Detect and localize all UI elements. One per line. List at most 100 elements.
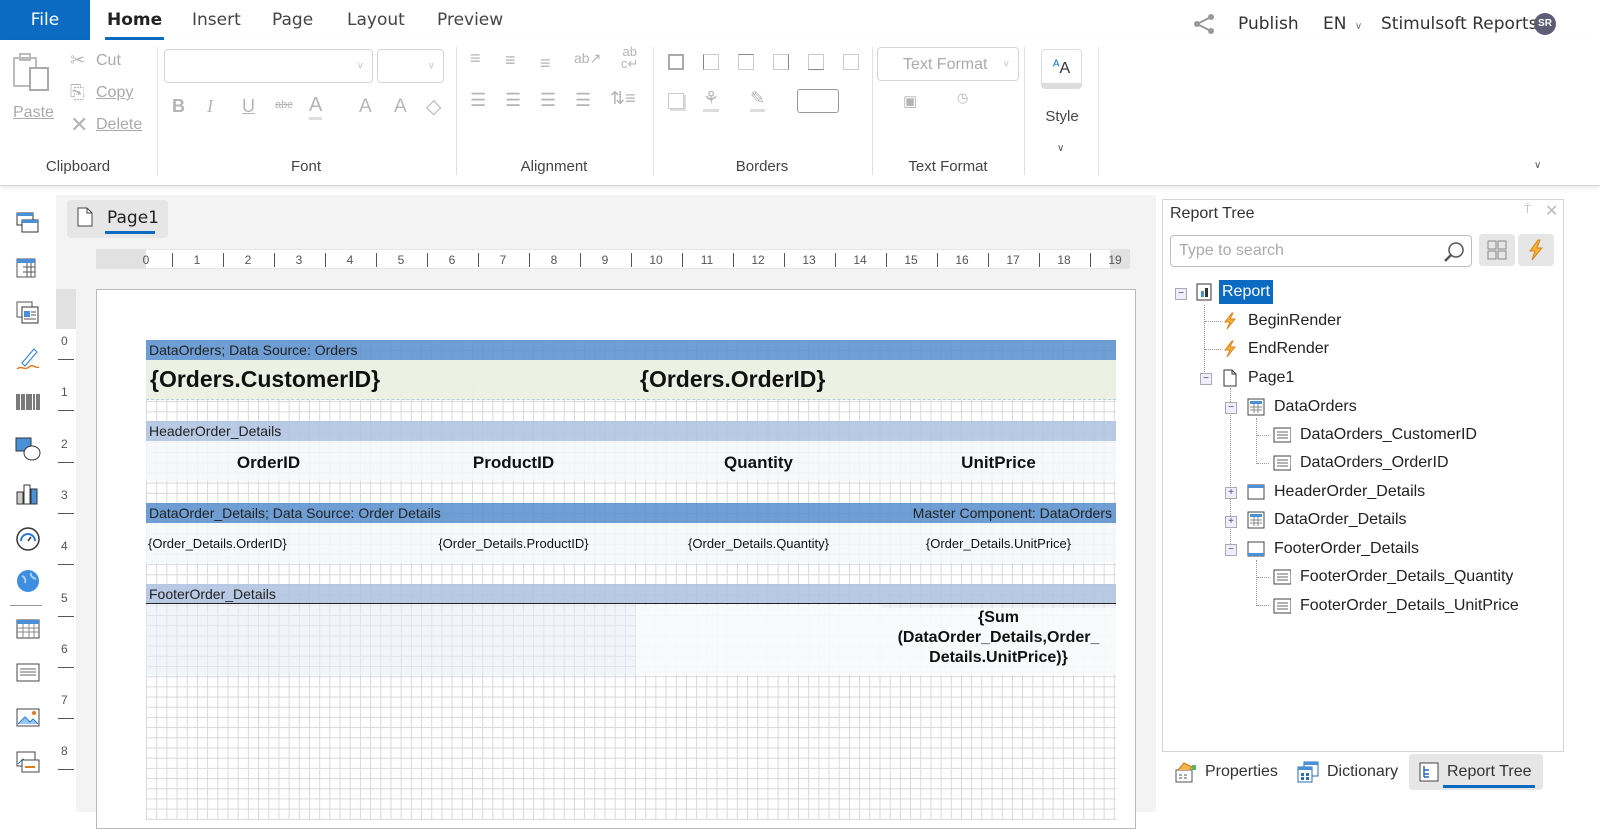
header-orderid[interactable]: OrderID bbox=[146, 453, 391, 473]
page-tab-label: Page1 bbox=[107, 208, 159, 228]
file-tab[interactable]: File bbox=[0, 0, 90, 40]
align-top-icon[interactable]: ≡ bbox=[470, 48, 481, 69]
footer-quantity[interactable] bbox=[636, 605, 881, 675]
band-header-headerorderdetails[interactable]: HeaderOrder_Details bbox=[146, 421, 1116, 441]
gauge-icon[interactable] bbox=[14, 525, 42, 553]
left-border-icon[interactable] bbox=[703, 54, 719, 70]
eraser-icon[interactable]: ◇ bbox=[426, 94, 441, 119]
word-wrap-icon[interactable]: ab c↵ bbox=[621, 45, 638, 70]
tree-connector bbox=[1257, 605, 1269, 606]
detail-productid[interactable]: {Order_Details.ProductID} bbox=[391, 536, 636, 551]
data-format-icon[interactable]: ▣ bbox=[903, 92, 917, 110]
ribbon-collapse-icon[interactable]: ∨ bbox=[1534, 160, 1541, 171]
no-border-icon[interactable] bbox=[843, 54, 859, 70]
table-icon[interactable] bbox=[14, 615, 42, 643]
strikethrough-button[interactable]: abc bbox=[275, 99, 293, 111]
shapes-icon[interactable] bbox=[14, 435, 42, 463]
detail-unitprice[interactable]: {Order_Details.UnitPrice} bbox=[881, 536, 1116, 551]
cross-bands-icon[interactable] bbox=[14, 255, 42, 283]
tab-preview[interactable]: Preview bbox=[437, 0, 503, 40]
charts-icon[interactable] bbox=[14, 480, 42, 508]
share-icon[interactable] bbox=[1192, 12, 1216, 36]
style-chevron-icon[interactable]: ∨ bbox=[1057, 143, 1064, 154]
band-header-dataorderdetails[interactable]: DataOrder_Details; Data Source: Order De… bbox=[146, 503, 1116, 523]
band-headerorderdetails[interactable]: OrderID ProductID Quantity UnitPrice bbox=[146, 441, 1116, 481]
collapse-toggle[interactable]: − bbox=[1225, 402, 1237, 414]
band-footerorderdetails[interactable]: {Sum (DataOrder_Details,Order_ Details.U… bbox=[146, 605, 1116, 675]
tab-properties[interactable]: Properties bbox=[1170, 754, 1280, 790]
pin-icon[interactable]: ⍑ bbox=[1524, 202, 1531, 217]
band-header-dataorders[interactable]: DataOrders; Data Source: Orders bbox=[146, 340, 1116, 360]
tree-search-input[interactable] bbox=[1179, 240, 1439, 262]
align-right-icon[interactable]: ☰ bbox=[540, 90, 556, 111]
events-button[interactable] bbox=[1518, 234, 1554, 266]
font-size-combo[interactable]: ∨ bbox=[377, 49, 444, 83]
field-customerid[interactable]: {Orders.CustomerID} bbox=[150, 366, 380, 393]
align-justify-icon[interactable]: ☰ bbox=[575, 90, 591, 111]
top-border-icon[interactable] bbox=[738, 54, 754, 70]
expand-toggle[interactable]: + bbox=[1225, 487, 1237, 499]
all-borders-icon[interactable] bbox=[668, 54, 684, 70]
band-dataorders[interactable]: {Orders.CustomerID} {Orders.OrderID} bbox=[146, 360, 1116, 400]
tab-page[interactable]: Page bbox=[272, 0, 313, 40]
border-style-combo[interactable] bbox=[797, 89, 839, 113]
band-dataorderdetails[interactable]: {Order_Details.OrderID} {Order_Details.P… bbox=[146, 523, 1116, 563]
font-color-button[interactable]: A bbox=[309, 94, 323, 120]
right-border-icon[interactable] bbox=[773, 54, 789, 70]
bold-button[interactable]: B bbox=[172, 96, 185, 117]
search-icon[interactable] bbox=[1443, 241, 1465, 263]
detail-orderid[interactable]: {Order_Details.OrderID} bbox=[148, 536, 287, 551]
line-spacing-icon[interactable]: ⇅≡ bbox=[610, 88, 636, 109]
components-icon[interactable] bbox=[14, 299, 42, 327]
close-icon[interactable]: ✕ bbox=[1545, 201, 1558, 221]
expand-toggle[interactable]: + bbox=[1225, 516, 1237, 528]
footer-unitprice[interactable]: {Sum (DataOrder_Details,Order_ Details.U… bbox=[881, 608, 1116, 675]
tab-dictionary[interactable]: Dictionary bbox=[1292, 754, 1404, 790]
page-tab-page1[interactable]: Page1 bbox=[67, 200, 168, 238]
fill-color-icon[interactable]: ⚘ bbox=[703, 88, 720, 112]
paste-button[interactable]: Paste bbox=[10, 50, 56, 121]
align-left-icon[interactable]: ☰ bbox=[470, 90, 486, 111]
tab-insert[interactable]: Insert bbox=[192, 0, 241, 40]
shrink-font-button[interactable]: A bbox=[394, 96, 407, 118]
copy-button[interactable]: ⎘ Copy bbox=[70, 82, 140, 106]
field-orderid[interactable]: {Orders.OrderID} bbox=[640, 366, 825, 393]
collapse-toggle[interactable]: − bbox=[1175, 288, 1187, 300]
align-center-icon[interactable]: ☰ bbox=[505, 90, 521, 111]
ruler-tick bbox=[58, 666, 74, 668]
bands-icon[interactable] bbox=[14, 209, 42, 237]
collapse-toggle[interactable]: − bbox=[1200, 373, 1212, 385]
align-middle-icon[interactable]: ≡ bbox=[505, 50, 516, 71]
italic-button[interactable]: I bbox=[207, 96, 213, 117]
format-time-icon[interactable]: ◷ bbox=[957, 90, 968, 106]
signature-icon[interactable] bbox=[14, 345, 42, 373]
tab-report-tree[interactable]: Report Tree bbox=[1409, 754, 1543, 790]
bottom-border-icon[interactable] bbox=[808, 54, 824, 70]
text-format-combo[interactable]: Text Format ∨ bbox=[877, 47, 1019, 81]
shadow-icon[interactable] bbox=[668, 93, 684, 109]
style-button[interactable]: AA bbox=[1041, 49, 1082, 89]
tab-layout[interactable]: Layout bbox=[347, 0, 405, 40]
map-globe-icon[interactable] bbox=[14, 567, 42, 595]
barcode-icon[interactable] bbox=[14, 390, 42, 418]
band-header-footerorderdetails[interactable]: FooterOrder_Details bbox=[146, 584, 1116, 604]
align-bottom-icon[interactable]: ≡ bbox=[540, 53, 551, 74]
font-name-combo[interactable]: ∨ bbox=[164, 49, 373, 83]
image-icon[interactable] bbox=[14, 704, 42, 732]
underline-button[interactable]: U bbox=[242, 96, 255, 117]
text-component-icon[interactable] bbox=[14, 659, 42, 687]
avatar[interactable]: SR bbox=[1534, 13, 1556, 35]
collapse-toggle[interactable]: − bbox=[1225, 544, 1237, 556]
expand-all-button[interactable] bbox=[1479, 234, 1515, 266]
header-quantity[interactable]: Quantity bbox=[636, 453, 881, 473]
border-color-icon[interactable]: ✎ bbox=[750, 88, 766, 112]
header-productid[interactable]: ProductID bbox=[391, 453, 636, 473]
header-unitprice[interactable]: UnitPrice bbox=[881, 453, 1116, 473]
grow-font-button[interactable]: A bbox=[359, 96, 372, 118]
tab-home[interactable]: Home bbox=[104, 0, 165, 40]
detail-quantity[interactable]: {Order_Details.Quantity} bbox=[636, 536, 881, 551]
delete-button[interactable]: ✕ Delete bbox=[70, 112, 150, 138]
rich-text-icon[interactable] bbox=[14, 748, 42, 776]
text-rotation-icon[interactable]: ab↗ bbox=[574, 50, 601, 67]
cut-button[interactable]: ✂ Cut bbox=[70, 50, 140, 74]
